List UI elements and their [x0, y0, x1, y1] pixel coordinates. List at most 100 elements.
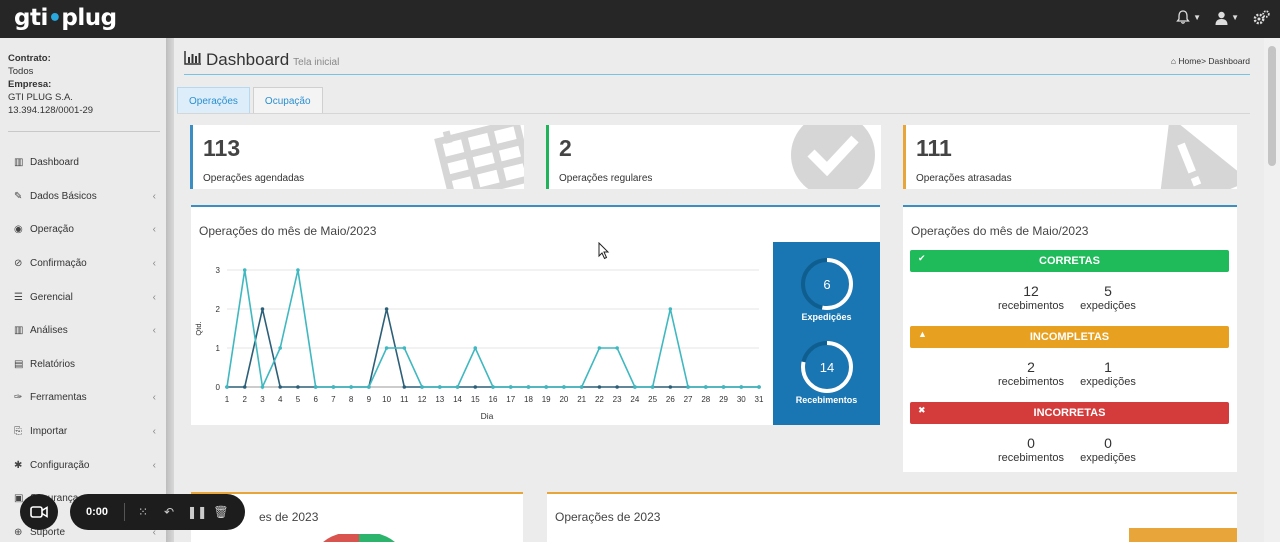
breadcrumb-home[interactable]: Home: [1178, 56, 1201, 66]
tab-ocupacao[interactable]: Ocupação: [252, 87, 323, 114]
x-tick-label: 23: [613, 395, 622, 404]
record-camera-button[interactable]: [20, 494, 58, 530]
expedicoes-label: Expedições: [801, 312, 852, 322]
x-tick-label: 9: [367, 395, 372, 404]
sidebar-item-label: Dados Básicos: [30, 190, 97, 202]
toolbar-divider: [124, 503, 126, 521]
logo-dot: •: [47, 6, 62, 31]
x-tick-label: 20: [559, 395, 568, 404]
data-point: [526, 385, 531, 389]
data-point: [544, 385, 548, 389]
x-tick-label: 10: [382, 395, 391, 404]
sidebar-item-importar[interactable]: ⎘ Importar ‹: [0, 415, 166, 449]
settings-icon: [1253, 10, 1270, 25]
gear-icon: ✱: [14, 459, 23, 471]
x-axis-label: Dia: [481, 411, 494, 421]
data-point: [455, 385, 460, 389]
settings-button[interactable]: [1253, 10, 1270, 25]
company-name: GTI PLUG S.A.: [8, 92, 73, 103]
stat-value: 113: [203, 135, 241, 161]
data-point: [313, 385, 318, 389]
sidebar-item-dashboard[interactable]: ▥ Dashboard: [0, 146, 166, 180]
sidebar-item-confirmacao[interactable]: ⊘ Confirmação ‹: [0, 247, 166, 281]
sidebar-item-dados-basicos[interactable]: ✎ Dados Básicos ‹: [0, 180, 166, 214]
warning-icon: ▲: [918, 329, 927, 339]
x-tick-label: 8: [349, 395, 354, 404]
trash-icon[interactable]: 🗑: [213, 505, 229, 519]
stat-value: 2: [559, 135, 572, 161]
x-tick-label: 17: [506, 395, 515, 404]
tabs-divider: [177, 113, 1250, 114]
panel-title: Operações do mês de Maio/2023: [911, 224, 1089, 238]
x-tick-label: 27: [684, 395, 693, 404]
warning-icon: [1157, 125, 1237, 189]
sidebar-item-configuracao[interactable]: ✱ Configuração ‹: [0, 448, 166, 482]
sidebar-item-operacao[interactable]: ◉ Operação ‹: [0, 213, 166, 247]
recording-time: 0:00: [86, 506, 109, 518]
data-point: [668, 385, 673, 389]
title-divider: [184, 74, 1250, 75]
x-tick-label: 11: [400, 395, 409, 404]
data-point: [721, 385, 726, 389]
y-tick-label: 3: [216, 266, 221, 275]
x-tick-label: 21: [577, 395, 586, 404]
data-point: [668, 307, 673, 311]
undo-icon[interactable]: ↶: [161, 505, 177, 519]
count-label: expedições: [1080, 452, 1136, 464]
grid-icon[interactable]: ⁙: [135, 505, 151, 519]
sidebar-item-label: Confirmação: [30, 258, 87, 270]
sidebar-item-analises[interactable]: ▥ Análises ‹: [0, 314, 166, 348]
scrollbar-thumb[interactable]: [1268, 46, 1276, 166]
user-menu-button[interactable]: ▼: [1215, 10, 1239, 25]
data-point: [597, 346, 602, 350]
breadcrumb-current: > Dashboard: [1201, 56, 1250, 66]
x-tick-label: 13: [435, 395, 444, 404]
bar-chart-icon: ▥: [14, 325, 24, 337]
recorder-toolbar: 0:00 ⁙ ↶ ❚❚ 🗑: [70, 494, 245, 530]
count-label: expedições: [1080, 300, 1136, 312]
data-point: [278, 346, 282, 350]
data-point: [349, 385, 353, 389]
data-point: [242, 268, 247, 272]
app-logo[interactable]: gti•plug: [14, 5, 117, 31]
count-label: expedições: [1080, 376, 1136, 388]
stat-label: Operações atrasadas: [916, 173, 1012, 184]
stat-card-atrasadas: 111 Operações atrasadas: [903, 125, 1237, 189]
tab-operacoes[interactable]: Operações: [177, 87, 250, 114]
data-point: [402, 385, 407, 389]
recebimentos-ring: 14: [801, 341, 853, 393]
stat-card-agendadas: 113 Operações agendadas: [190, 125, 524, 189]
data-point: [686, 385, 690, 389]
page-scrollbar[interactable]: [1264, 38, 1280, 542]
y-tick-label: 0: [216, 383, 221, 392]
sidebar-item-label: Gerencial: [30, 291, 73, 303]
close-icon: ✖: [918, 405, 926, 415]
sidebar-item-ferramentas[interactable]: ✑ Ferramentas ‹: [0, 381, 166, 415]
sidebar-item-gerencial[interactable]: ☰ Gerencial ‹: [0, 280, 166, 314]
user-icon: [1215, 11, 1228, 25]
totals-panel: 6 Expedições 14 Recebimentos: [773, 242, 880, 425]
sidebar-item-label: Análises: [30, 325, 68, 337]
y-tick-label: 1: [216, 344, 221, 353]
video-camera-icon: [30, 506, 48, 518]
chevron-left-icon: ‹: [152, 190, 156, 202]
data-point: [508, 385, 513, 389]
data-point: [242, 385, 247, 389]
chevron-left-icon: ‹: [152, 258, 156, 270]
y-axis-label: Qtd.: [194, 321, 203, 335]
contract-value: Todos: [8, 66, 34, 77]
x-tick-label: 3: [260, 395, 265, 404]
orange-block: [1129, 528, 1237, 542]
chevron-left-icon: ‹: [152, 325, 156, 337]
sidebar-item-relatorios[interactable]: ▤ Relatórios: [0, 348, 166, 382]
incorretas-expedicoes: 0 expedições: [1063, 435, 1153, 464]
pause-icon[interactable]: ❚❚: [187, 505, 207, 519]
circle-dot-icon: ◉: [14, 224, 23, 236]
file-icon: ▤: [14, 358, 24, 370]
sidebar-divider: [8, 131, 160, 132]
recebimentos-value: 14: [820, 360, 834, 375]
sidebar-item-label: Ferramentas: [30, 392, 87, 404]
contract-info: Contrato: Todos Empresa: GTI PLUG S.A. 1…: [0, 38, 166, 117]
data-point: [384, 346, 389, 350]
notifications-button[interactable]: ▼: [1176, 10, 1201, 25]
